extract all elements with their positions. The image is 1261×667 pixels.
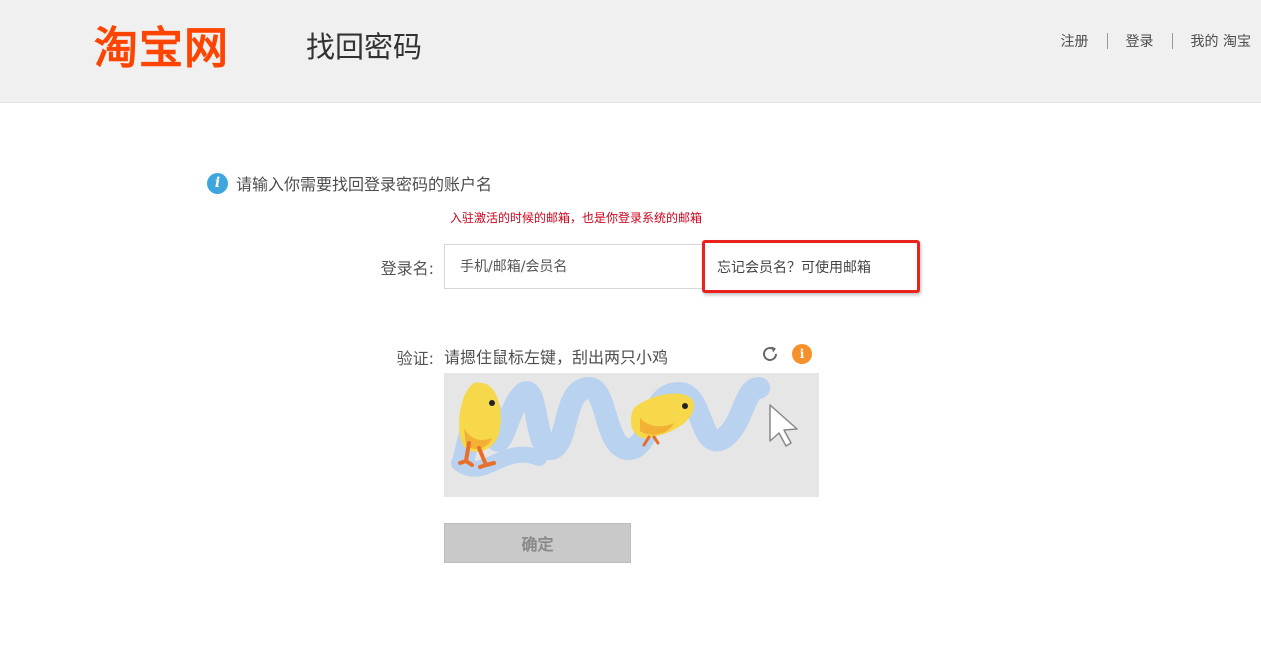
captcha-scratch-area[interactable] <box>444 373 819 497</box>
refresh-icon[interactable] <box>760 344 780 364</box>
register-link[interactable]: 注册 <box>1061 31 1089 51</box>
confirm-button[interactable]: 确定 <box>444 523 631 563</box>
forgot-name-hint-text: 忘记会员名？可使用邮箱 <box>717 260 871 276</box>
login-name-input[interactable] <box>444 244 706 289</box>
login-link[interactable]: 登录 <box>1126 31 1154 51</box>
top-nav: 注册 登录 我的 淘宝 <box>1061 31 1251 51</box>
header: 淘宝网 找回密码 注册 登录 我的 淘宝 <box>0 0 1261 103</box>
info-icon: i <box>207 172 228 194</box>
captcha-info-icon[interactable]: i <box>792 344 812 364</box>
verify-label: 验证: <box>396 349 434 368</box>
my-taobao-link[interactable]: 我的 淘宝 <box>1191 31 1251 51</box>
tip-text: 请输入你需要找回登录密码的账户名 <box>236 175 493 194</box>
login-name-label: 登录名: <box>380 259 434 278</box>
taobao-logo[interactable]: 淘宝网 <box>94 12 229 76</box>
captcha-scratch-graphic <box>451 377 798 477</box>
forgot-name-hint: 忘记会员名？可使用邮箱 <box>702 240 920 293</box>
tip-row: i 请输入你需要找回登录密码的账户名 <box>207 171 492 195</box>
pointer-cursor-icon <box>769 404 798 447</box>
nav-divider <box>1171 33 1173 49</box>
email-note: 入驻激活的时候的邮箱，也是你登录系统的邮箱 <box>450 211 703 225</box>
nav-divider <box>1106 33 1108 49</box>
page-title: 找回密码 <box>306 30 423 64</box>
captcha-instruction: 请摁住鼠标左键，刮出两只小鸡 <box>444 348 669 367</box>
